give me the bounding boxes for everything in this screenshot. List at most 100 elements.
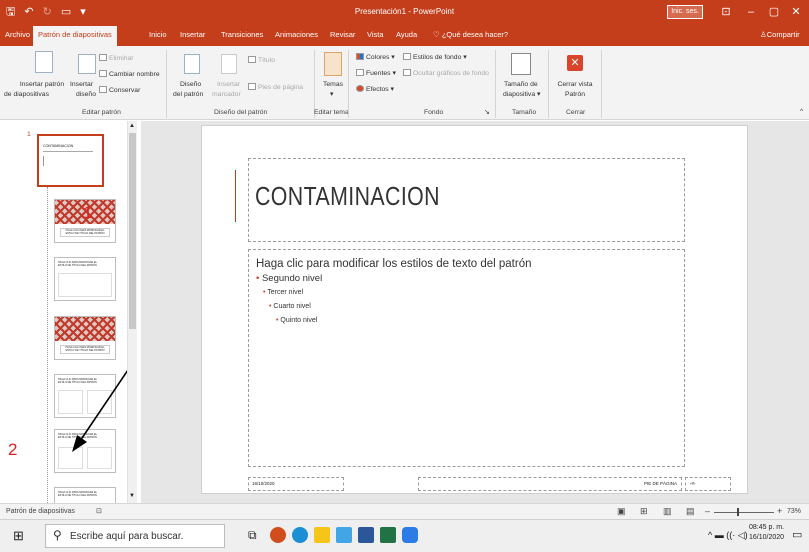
tab-vista[interactable]: Vista (367, 30, 384, 39)
effects-dropdown[interactable]: Efectos ▾ (356, 85, 394, 94)
slide-size-icon (511, 53, 531, 75)
fonts-dropdown[interactable]: Fuentes ▾ (356, 69, 396, 78)
tab-revisar[interactable]: Revisar (330, 30, 355, 39)
ribbon-display-options-icon[interactable]: ⊡ (716, 3, 736, 21)
slide-number-placeholder[interactable]: ‹#› (685, 477, 731, 491)
body-level-1: Haga clic para modificar los estilos de … (256, 258, 532, 270)
slideshow-icon[interactable]: ▤ (686, 506, 695, 517)
tab-insertar[interactable]: Insertar (180, 30, 205, 39)
themes-button[interactable]: Temas (323, 81, 343, 89)
body-level-3-text: Tercer nivel (267, 289, 304, 296)
maximize-button[interactable]: ▢ (764, 3, 784, 21)
zoom-app-icon[interactable] (402, 527, 418, 543)
tray-icons[interactable]: ^ ▬ ((· ◁) (708, 530, 748, 541)
slide-size-button[interactable]: Tamaño de (504, 81, 538, 89)
slide-master-canvas[interactable]: CONTAMINACION Haga clic para modificar l… (201, 125, 748, 494)
title-checkbox-label: Título (258, 57, 275, 64)
footers-checkbox[interactable]: Pies de página (248, 83, 303, 92)
minimize-button[interactable]: – (741, 3, 761, 21)
tab-inicio[interactable]: Inicio (149, 30, 167, 39)
tab-archivo[interactable]: Archivo (5, 30, 30, 39)
delete-button[interactable]: Eliminar (99, 54, 134, 63)
windows-start-icon[interactable]: ⊞ (13, 528, 24, 544)
zoom-out-icon[interactable]: – (705, 506, 710, 516)
ribbon-separator (348, 50, 349, 118)
colors-label: Colores (366, 54, 390, 61)
rename-button[interactable]: Cambiar nombre (99, 70, 160, 79)
tab-animaciones[interactable]: Animaciones (275, 30, 318, 39)
scroll-up-icon[interactable]: ▲ (129, 123, 135, 129)
slide-sorter-icon[interactable]: ⊞ (640, 506, 648, 517)
share-button[interactable]: ♙Compartir (760, 30, 800, 39)
thumbnail-scrollbar[interactable]: ▲ ▼ (127, 121, 137, 503)
insert-layout-button[interactable]: Insertar (70, 81, 93, 89)
tab-transiciones[interactable]: Transiciones (221, 30, 263, 39)
zoom-level[interactable]: 73% (787, 508, 801, 515)
insert-placeholder-button[interactable]: Insertar (217, 81, 240, 89)
themes-dropdown-icon: ▾ (330, 91, 334, 98)
footer-text: PIE DE PÁGINA (643, 481, 677, 486)
group-edit-master: Editar patrón (82, 109, 121, 116)
zoom-slider-thumb[interactable] (737, 508, 739, 516)
office-icon[interactable] (270, 527, 286, 543)
preserve-icon (99, 86, 107, 93)
insert-slide-master-button[interactable]: Insertar patrón (4, 81, 80, 89)
body-level-4-text: Cuarto nivel (273, 303, 311, 310)
taskbar-search[interactable]: ⚲ Escribe aquí para buscar. (45, 524, 225, 548)
insert-slide-master-icon (35, 51, 53, 73)
background-dialog-launcher-icon[interactable]: ↘ (484, 109, 490, 117)
scroll-down-icon[interactable]: ▼ (129, 493, 135, 499)
master-layout-line1: Diseño (180, 81, 202, 88)
zoom-slider[interactable] (714, 512, 774, 513)
body-level-3: • Tercer nivel (263, 289, 303, 296)
themes-icon (324, 52, 342, 76)
insert-placeholder-icon (221, 54, 237, 74)
master-layout-icon (184, 54, 200, 74)
close-master-view-button[interactable]: Cerrar vista Patrón (557, 81, 593, 99)
background-styles-dropdown[interactable]: Estilos de fondo ▾ (403, 53, 467, 62)
close-view-line1: Cerrar vista (557, 81, 593, 88)
title-placeholder[interactable]: CONTAMINACION (248, 158, 685, 242)
tab-slide-master[interactable]: Patrón de diapositivas (33, 26, 117, 46)
zoom-in-icon[interactable]: + (777, 506, 782, 516)
footer-placeholder[interactable]: PIE DE PÁGINA (418, 477, 682, 491)
collapse-ribbon-icon[interactable]: ^ (800, 108, 803, 116)
scroll-thumb[interactable] (129, 133, 136, 329)
fonts-label: Fuentes (366, 70, 391, 77)
accessibility-icon[interactable]: ⊡ (96, 507, 102, 515)
task-view-icon[interactable]: ⧉ (248, 528, 257, 543)
excel-icon[interactable] (380, 527, 396, 543)
delete-icon (99, 54, 107, 61)
effects-label: Efectos (366, 86, 389, 93)
background-styles-label: Estilos de fondo (413, 54, 462, 61)
checkbox-unchecked-icon (403, 69, 411, 76)
share-label: Compartir (766, 30, 800, 39)
hide-background-checkbox[interactable]: Ocultar gráficos de fondo (403, 69, 489, 78)
date-placeholder[interactable]: 16/10/2020 (248, 477, 344, 491)
clock[interactable]: 08:45 p. m. 16/10/2020 (749, 524, 784, 541)
normal-view-icon[interactable]: ▣ (617, 506, 626, 517)
word-icon[interactable] (358, 527, 374, 543)
group-edit-theme: Editar tema (314, 109, 349, 116)
tell-me-search[interactable]: ♡ ¿Qué desea hacer? (433, 30, 508, 39)
fonts-icon (356, 69, 364, 76)
edge-icon[interactable] (292, 527, 308, 543)
slide-number-text: ‹#› (690, 481, 696, 486)
close-view-line2: Patrón (564, 91, 586, 98)
colors-dropdown[interactable]: Colores ▾ (356, 53, 395, 62)
store-icon[interactable] (336, 527, 352, 543)
background-styles-icon (403, 53, 411, 60)
title-checkbox[interactable]: Título (248, 56, 275, 65)
close-button[interactable]: ✕ (786, 3, 806, 21)
reading-view-icon[interactable]: ▥ (663, 506, 672, 517)
sign-in-button[interactable]: Inic. ses. (667, 5, 703, 19)
body-placeholder[interactable]: Haga clic para modificar los estilos de … (248, 249, 685, 467)
checkbox-checked-icon (248, 83, 256, 90)
tab-ayuda[interactable]: Ayuda (396, 30, 417, 39)
notifications-icon[interactable]: ▭ (792, 528, 802, 541)
insert-layout-icon (78, 54, 96, 74)
master-layout-button[interactable]: Diseño (180, 81, 201, 89)
insert-placeholder-line2: marcador (212, 91, 241, 98)
file-explorer-icon[interactable] (314, 527, 330, 543)
preserve-button[interactable]: Conservar (99, 86, 140, 95)
